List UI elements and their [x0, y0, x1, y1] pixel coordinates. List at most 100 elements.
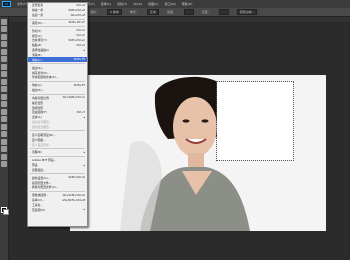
- width-label: 宽度：: [166, 10, 176, 14]
- marquee-tool-icon[interactable]: [1, 26, 7, 32]
- menu-item[interactable]: 首选项(N) ▸: [28, 207, 87, 212]
- menu-item-shortcut: Alt+Shift+Ctrl+M: [62, 198, 85, 202]
- tools-panel: [0, 17, 9, 260]
- menu-view[interactable]: 视图(V): [148, 2, 158, 6]
- menu-item-label: Adobe PDF 预设...: [32, 158, 57, 163]
- healing-brush-tool-icon[interactable]: [1, 63, 7, 70]
- menu-item-label: 描边(S)...: [32, 88, 45, 93]
- menu-item-shortcut: Shift+F5: [73, 58, 85, 62]
- eyedropper-tool-icon[interactable]: [1, 56, 7, 62]
- lasso-tool-icon[interactable]: [1, 33, 7, 40]
- menu-item-label: 描边(S)...: [32, 65, 45, 70]
- menu-separator: [30, 18, 85, 20]
- eraser-tool-icon[interactable]: [1, 93, 7, 100]
- menu-item-label: 工具栏...: [32, 202, 44, 207]
- brush-tool-icon[interactable]: [1, 71, 7, 77]
- submenu-arrow-icon: ▸: [83, 115, 85, 119]
- menu-item-label: 清除(E): [32, 53, 42, 58]
- photoshop-logo: Ps: [2, 1, 11, 7]
- menu-item-label: 自由变换(F): [32, 110, 47, 115]
- submenu-arrow-icon: ▸: [83, 208, 85, 212]
- menu-item-label: 拼写检查(H)...: [32, 70, 51, 75]
- menu-item[interactable]: 查找和替换文本(X)...: [28, 75, 87, 80]
- dodge-tool-icon[interactable]: [1, 116, 7, 122]
- menu-item-label: 剪切(T): [32, 28, 42, 33]
- quick-select-tool-icon[interactable]: [1, 41, 7, 47]
- menu-filter[interactable]: 滤镜(T): [117, 2, 127, 6]
- menu-separator: [30, 93, 85, 95]
- menu-item[interactable]: 填充(L)... Shift+F5: [28, 57, 87, 63]
- submenu-arrow-icon: ▸: [83, 48, 85, 52]
- menu-item-label: 填充(L)...: [32, 57, 45, 62]
- menu-item-label: 自动混合图层...: [32, 124, 52, 129]
- menu-item-label: 预设: [32, 163, 38, 168]
- submenu-arrow-icon: ▸: [83, 150, 85, 154]
- type-tool-icon[interactable]: [1, 131, 7, 137]
- background-color-swatch[interactable]: [3, 209, 9, 215]
- menu-item-label: 还原套索: [32, 3, 44, 8]
- edit-dropdown-menu: 还原套索 Ctrl+Z 前进一步 Shift+Ctrl+Z 后退一步 Alt+Ctrl+Z…: [27, 2, 88, 227]
- menu-item-label: 前进一步: [32, 8, 44, 13]
- menu-item-label: 选择性粘贴(I): [32, 48, 49, 53]
- menu-separator: [30, 155, 85, 157]
- style-label: 样式：: [129, 10, 139, 14]
- menu-item-label: 渐隐(D)...: [32, 20, 45, 25]
- menu-item[interactable]: 自动混合图层...: [28, 125, 87, 130]
- menu-item-label: 远程连接...: [32, 167, 46, 172]
- menu-item-label: 合并拷贝(Y): [32, 38, 48, 43]
- height-label: 高度：: [201, 10, 211, 14]
- menu-3d[interactable]: 3D(D): [133, 2, 142, 6]
- menu-item-shortcut: Ctrl+X: [76, 29, 85, 33]
- feather-input[interactable]: 0 像素: [107, 9, 122, 15]
- selection-marquee[interactable]: [216, 81, 294, 161]
- crop-tool-icon[interactable]: [1, 48, 7, 55]
- move-tool-icon[interactable]: [1, 18, 7, 25]
- path-select-tool-icon[interactable]: [1, 138, 7, 145]
- menu-item-label: 菜单(U)...: [32, 198, 45, 203]
- height-input[interactable]: [218, 9, 229, 15]
- menu-item-label: 粘贴(P): [32, 43, 42, 48]
- menu-separator: [30, 80, 85, 82]
- menu-item[interactable]: 远程连接...: [28, 167, 87, 172]
- menu-item-shortcut: Alt+Shift+Ctrl+K: [62, 193, 85, 197]
- menu-item-label: 定义自定形状...: [32, 142, 52, 147]
- menu-item-label: 自动对齐图层...: [32, 120, 52, 125]
- menu-item[interactable]: 转换为配置文件(V)...: [28, 185, 87, 190]
- menu-item-label: 操控变形: [32, 100, 44, 105]
- submenu-arrow-icon: ▸: [83, 163, 85, 167]
- refine-edge-button[interactable]: 调整边缘...: [236, 9, 258, 15]
- menu-item-shortcut: Ctrl+T: [76, 110, 85, 114]
- menu-item-shortcut: Shift+Ctrl+C: [68, 38, 85, 42]
- menu-item-shortcut: Ctrl+V: [76, 43, 85, 47]
- menu-item[interactable]: 描边(S)...: [28, 88, 87, 93]
- menu-item-label: 透视变形: [32, 105, 44, 110]
- menu-window[interactable]: 窗口(W): [164, 2, 175, 6]
- clone-stamp-tool-icon[interactable]: [1, 78, 7, 85]
- menu-item-label: 查找和替换文本(X)...: [32, 75, 59, 80]
- pen-tool-icon[interactable]: [1, 123, 7, 130]
- menu-item[interactable]: 后退一步 Alt+Ctrl+Z: [28, 13, 87, 18]
- menu-item[interactable]: 清理(R) ▸: [28, 150, 87, 155]
- width-input[interactable]: [183, 9, 194, 15]
- blur-tool-icon[interactable]: [1, 108, 7, 115]
- zoom-tool-icon[interactable]: [1, 161, 7, 167]
- menu-separator: [30, 130, 85, 132]
- menu-item-shortcut: Shift+Ctrl+Z: [68, 8, 85, 12]
- menu-help[interactable]: 帮助(H): [182, 2, 193, 6]
- menu-file[interactable]: 文件(F): [17, 2, 27, 6]
- history-brush-tool-icon[interactable]: [1, 86, 7, 92]
- menu-item-shortcut: Alt+Shift+Ctrl+C: [62, 96, 85, 100]
- hand-tool-icon[interactable]: [1, 153, 7, 160]
- menu-item-label: 清理(R): [32, 150, 42, 155]
- menu-item-label: 填充(L)...: [32, 83, 45, 88]
- menu-select[interactable]: 选择(S): [101, 2, 111, 6]
- style-select[interactable]: 正常: [146, 9, 159, 15]
- menu-item-label: 转换为配置文件(V)...: [32, 185, 59, 190]
- menu-item-shortcut: Ctrl+Z: [76, 3, 85, 7]
- menu-separator: [30, 147, 85, 149]
- gradient-tool-icon[interactable]: [1, 101, 7, 107]
- menu-separator: [30, 26, 85, 28]
- menu-item[interactable]: 定义自定形状...: [28, 142, 87, 147]
- shape-tool-icon[interactable]: [1, 146, 7, 152]
- menu-item[interactable]: 渐隐(D)... Shift+Ctrl+F: [28, 21, 87, 26]
